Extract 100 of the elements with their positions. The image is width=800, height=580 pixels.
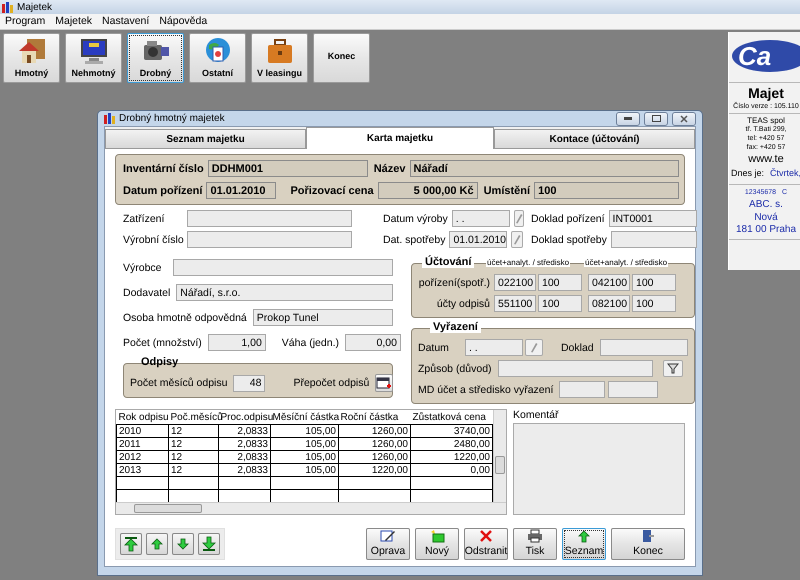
text-field[interactable]: 100 [632, 274, 676, 291]
text-field[interactable] [600, 339, 688, 356]
text-field[interactable] [498, 360, 653, 377]
text-field[interactable]: 0,00 [344, 334, 401, 351]
toolbar-button[interactable]: Drobný [127, 33, 184, 83]
text-field[interactable] [610, 231, 697, 248]
navigation-button[interactable] [146, 533, 168, 555]
field-label: Zatřízení [123, 212, 166, 224]
text-field[interactable] [173, 259, 393, 276]
app-icon [104, 113, 115, 124]
date-field[interactable]: 01.01.2010 [449, 231, 508, 248]
text-field[interactable]: INT0001 [608, 210, 697, 227]
text-field[interactable]: 100 [632, 295, 676, 312]
action-button[interactable]: Seznam [562, 528, 606, 560]
toolbar-button[interactable]: Hmotný [3, 33, 60, 83]
up-arrow-icon [151, 538, 163, 550]
action-button[interactable]: Odstranit [464, 528, 508, 560]
column-header: účet+analyt. / středisko [486, 258, 570, 267]
menu-item[interactable]: Nápověda [154, 14, 212, 29]
table-cell: 12 [168, 424, 218, 438]
toolbar-button[interactable]: Konec [313, 33, 370, 83]
text-field[interactable] [608, 381, 658, 398]
recalculate-button[interactable] [375, 374, 394, 392]
toolbar-button[interactable]: Nehmotný [65, 33, 122, 83]
toolbar-button[interactable]: V leasingu [251, 33, 308, 83]
text-field[interactable]: 48 [233, 374, 266, 392]
table-cell: 2,0833 [218, 438, 270, 450]
field-label: Datum [418, 342, 449, 354]
door-icon [641, 529, 655, 543]
group-title: Účtování [422, 256, 474, 268]
panel-title: Majet [747, 85, 784, 102]
text-field[interactable]: 100 [538, 274, 582, 291]
field-label: Pořizovací cena [289, 184, 374, 196]
table-cell: 1260,00 [338, 450, 410, 464]
action-button[interactable]: Tisk [513, 528, 557, 560]
x-icon [479, 529, 493, 543]
tab[interactable]: Seznam majetku [105, 129, 306, 149]
table-cell: 0,00 [410, 464, 492, 476]
close-button[interactable] [672, 112, 696, 126]
text-field[interactable]: 100 [538, 295, 582, 312]
date-picker-button[interactable] [511, 231, 523, 248]
toolbar-button[interactable]: Ostatní [189, 33, 246, 83]
text-field[interactable]: 022100 [494, 274, 536, 291]
table-cell: 105,00 [270, 424, 338, 438]
date-field[interactable]: . . [452, 210, 510, 227]
filter-button[interactable] [662, 360, 683, 377]
minimize-button[interactable] [616, 112, 640, 126]
horizontal-scrollbar[interactable] [116, 502, 506, 514]
navigation-button[interactable] [198, 533, 220, 555]
date-field[interactable]: . . [464, 339, 523, 356]
text-field[interactable]: Nářadí [410, 160, 679, 177]
text-field[interactable]: 5 000,00 Kč [378, 182, 478, 199]
text-field[interactable]: 1,00 [208, 334, 266, 351]
text-field[interactable]: Prokop Tunel [252, 309, 393, 326]
action-button[interactable]: Nový [415, 528, 459, 560]
field-label: Název [372, 162, 406, 174]
comment-field[interactable] [513, 423, 685, 515]
navigation-button[interactable] [120, 533, 142, 555]
text-field[interactable]: 042100 [588, 274, 630, 291]
text-field[interactable]: 100 [534, 182, 679, 199]
new-folder-icon [429, 529, 445, 543]
action-button[interactable]: Oprava [366, 528, 410, 560]
tab[interactable]: Kontace (účtování) [494, 129, 695, 149]
calendar-icon [376, 376, 392, 390]
text-field[interactable]: 082100 [588, 295, 630, 312]
table-cell: 2011 [116, 438, 168, 450]
vertical-scrollbar[interactable] [493, 410, 506, 502]
table-cell: 1220,00 [338, 464, 410, 476]
text-field[interactable]: Nářadí, s.r.o. [176, 284, 393, 301]
date-picker-button[interactable] [524, 339, 543, 356]
table-cell: 3740,00 [410, 424, 492, 438]
text-field[interactable] [187, 231, 352, 248]
maximize-icon [652, 115, 660, 122]
navigation-button[interactable] [172, 533, 194, 555]
column-header: Roční částka [338, 410, 410, 424]
action-button[interactable]: Konec [611, 528, 685, 560]
table-cell: 12 [168, 464, 218, 476]
group-title: Odpisy [140, 356, 180, 368]
close-icon [680, 114, 688, 122]
menu-item[interactable]: Program [0, 14, 50, 29]
table-cell: 2012 [116, 450, 168, 464]
field-label: Počet (množství) [123, 336, 202, 348]
text-field[interactable]: 01.01.2010 [206, 182, 276, 199]
date-picker-button[interactable] [514, 210, 524, 227]
text-field[interactable] [559, 381, 606, 398]
maximize-button[interactable] [644, 112, 668, 126]
field-label: Způsob (důvod) [418, 362, 492, 374]
funnel-icon [666, 363, 679, 374]
field-label: Doklad pořízení [531, 212, 605, 224]
app-icon [2, 2, 13, 12]
field-label: Inventární číslo [122, 162, 204, 174]
table-cell: 105,00 [270, 450, 338, 464]
text-field[interactable]: DDHM001 [208, 160, 368, 177]
table-cell: 1260,00 [338, 438, 410, 450]
menu-item[interactable]: Nastavení [97, 14, 154, 29]
text-field[interactable] [187, 210, 352, 227]
text-field[interactable]: 551100 [494, 295, 536, 312]
field-label: Výrobce [123, 262, 163, 274]
tab[interactable]: Karta majetku [306, 127, 494, 149]
menu-item[interactable]: Majetek [50, 14, 98, 29]
